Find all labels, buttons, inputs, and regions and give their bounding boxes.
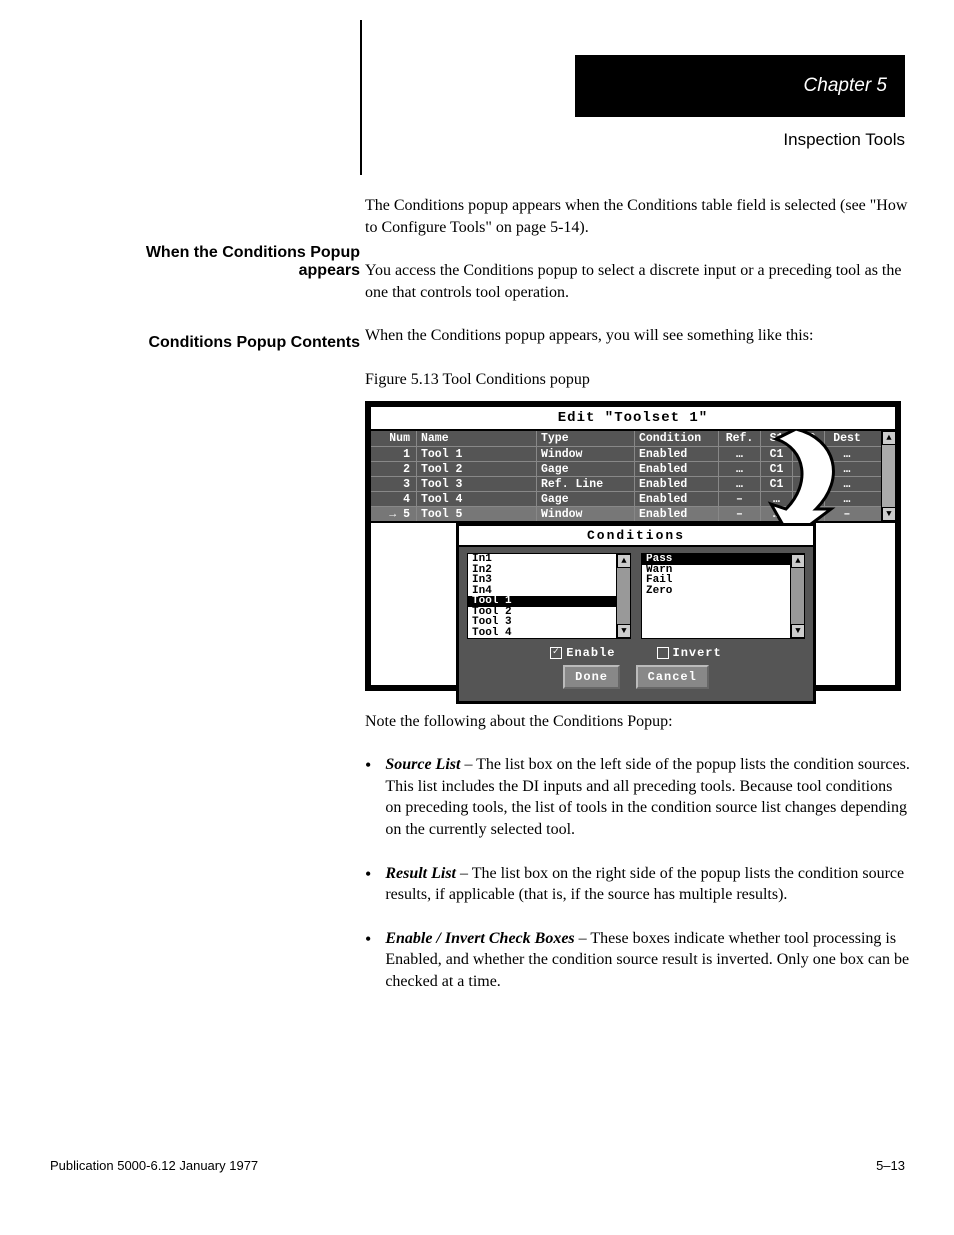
table-row[interactable]: 4Tool 4GageEnabled–………: [371, 491, 881, 506]
enable-checkbox[interactable]: ✓: [550, 647, 562, 659]
list-item[interactable]: Zero: [642, 586, 790, 597]
side-heading-contents: Conditions Popup Contents: [100, 334, 360, 352]
scroll-down-icon[interactable]: ▼: [617, 624, 631, 638]
listbox-scrollbar[interactable]: ▲ ▼: [616, 554, 630, 638]
side-heading-when: When the Conditions Popup appears: [100, 244, 360, 280]
col-type: Type: [537, 431, 635, 446]
cancel-button[interactable]: Cancel: [636, 665, 709, 689]
screenshot-window: Edit "Toolset 1" Num Name Type Condition…: [365, 401, 901, 691]
invert-checkbox[interactable]: [657, 647, 669, 659]
listbox-scrollbar[interactable]: ▲ ▼: [790, 554, 804, 638]
scroll-up-icon[interactable]: ▲: [791, 554, 805, 568]
checkbox-row: ✓ Enable Invert: [467, 645, 805, 661]
para-3: When the Conditions popup appears, you w…: [365, 325, 910, 347]
col-num: Num: [371, 431, 417, 446]
list-item: •Source List – The list box on the left …: [365, 754, 910, 840]
body-column: The Conditions popup appears when the Co…: [365, 195, 910, 1015]
scroll-up-icon[interactable]: ▲: [882, 431, 896, 445]
col-s1: S1: [761, 431, 793, 446]
table-row[interactable]: 2Tool 2GageEnabled…C1……: [371, 461, 881, 476]
chapter-box: Chapter 5: [575, 55, 905, 117]
conditions-dialog: Conditions In1In2In3In4Tool 1Tool 2Tool …: [456, 523, 816, 705]
table-row[interactable]: → 5Tool 5WindowEnabled–……–: [371, 506, 881, 521]
figure-caption: Figure 5.13 Tool Conditions popup: [365, 369, 910, 391]
lead-sentence: Note the following about the Conditions …: [365, 711, 910, 733]
bullet-list: •Source List – The list box on the left …: [365, 754, 910, 992]
scroll-down-icon[interactable]: ▼: [882, 507, 896, 521]
grid-scrollbar[interactable]: ▲ ▼: [881, 431, 895, 521]
list-item[interactable]: Tool 4: [468, 628, 616, 639]
page-footer: Publication 5000-6.12 January 1977 5–13: [50, 1158, 905, 1173]
table-row[interactable]: 1Tool 1WindowEnabled…C1……: [371, 446, 881, 461]
invert-label: Invert: [673, 646, 722, 660]
col-ref: Ref.: [719, 431, 761, 446]
col-condition: Condition: [635, 431, 719, 446]
list-item: •Result List – The list box on the right…: [365, 863, 910, 906]
window-title: Edit "Toolset 1": [371, 407, 895, 432]
chapter-title: Inspection Tools: [575, 130, 905, 150]
done-button[interactable]: Done: [563, 665, 620, 689]
col-s2: S2: [793, 431, 825, 446]
para-1: The Conditions popup appears when the Co…: [365, 195, 910, 238]
grid-header: Num Name Type Condition Ref. S1 S2 Dest: [371, 431, 881, 446]
enable-label: Enable: [566, 646, 615, 660]
col-name: Name: [417, 431, 537, 446]
col-dest: Dest: [825, 431, 869, 446]
dialog-body: In1In2In3In4Tool 1Tool 2Tool 3Tool 4 ▲ ▼…: [459, 547, 813, 701]
dialog-buttons: Done Cancel: [467, 665, 805, 695]
list-item: •Enable / Invert Check Boxes – These box…: [365, 928, 910, 993]
tool-grid: Num Name Type Condition Ref. S1 S2 Dest …: [371, 431, 881, 521]
tool-grid-wrap: Num Name Type Condition Ref. S1 S2 Dest …: [371, 431, 895, 523]
result-listbox[interactable]: PassWarnFailZero ▲ ▼: [641, 553, 805, 639]
footer-right: 5–13: [876, 1158, 905, 1173]
scroll-down-icon[interactable]: ▼: [791, 624, 805, 638]
footer-left: Publication 5000-6.12 January 1977: [50, 1158, 258, 1173]
para-2: You access the Conditions popup to selec…: [365, 260, 910, 303]
header-divider: [360, 20, 362, 175]
chapter-label: Chapter 5: [804, 75, 887, 97]
source-listbox[interactable]: In1In2In3In4Tool 1Tool 2Tool 3Tool 4 ▲ ▼: [467, 553, 631, 639]
scroll-up-icon[interactable]: ▲: [617, 554, 631, 568]
table-row[interactable]: 3Tool 3Ref. LineEnabled…C1……: [371, 476, 881, 491]
dialog-title: Conditions: [459, 526, 813, 548]
